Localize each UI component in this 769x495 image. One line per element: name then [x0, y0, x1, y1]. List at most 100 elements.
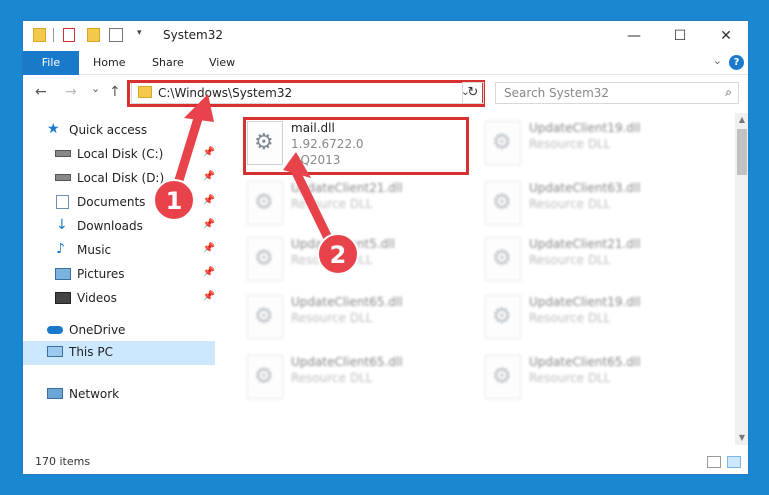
dll-file-icon: [247, 237, 283, 281]
title-bar: ▾ System32 — ☐ ✕: [23, 21, 748, 51]
file-type: Resource DLL: [529, 253, 611, 267]
vertical-scrollbar[interactable]: ▲ ▼: [735, 113, 748, 445]
file-name: UpdateClient21.dll: [291, 181, 403, 195]
window-title: System32: [163, 28, 224, 42]
search-icon: ⌕: [725, 85, 732, 99]
maximize-button[interactable]: ☐: [657, 21, 703, 51]
file-type: Resource DLL: [291, 197, 373, 211]
sidebar-item-videos[interactable]: Videos 📌: [23, 287, 215, 311]
dll-file-icon: [485, 355, 521, 399]
file-name: UpdateClient19.dll: [529, 295, 641, 309]
pictures-icon: [55, 268, 71, 280]
details-view-icon[interactable]: [707, 456, 721, 468]
customize-toolbar-icon[interactable]: [109, 28, 123, 42]
dll-file-icon: [247, 355, 283, 399]
sidebar-item-label: Videos: [77, 291, 117, 305]
pin-icon[interactable]: 📌: [203, 147, 215, 158]
scroll-down-icon[interactable]: ▼: [735, 431, 748, 445]
tab-share[interactable]: Share: [138, 51, 198, 75]
close-button[interactable]: ✕: [703, 21, 748, 51]
file-item[interactable]: UpdateClient21.dll Resource DLL: [223, 177, 449, 237]
sidebar-item-label: This PC: [69, 345, 113, 359]
file-item[interactable]: UpdateClient65.dll Resource DLL: [223, 351, 449, 411]
up-arrow-icon[interactable]: ↑: [109, 84, 121, 100]
sidebar-item-documents[interactable]: Documents 📌: [23, 191, 215, 215]
file-highlight-box: [243, 117, 469, 175]
file-type: Resource DLL: [529, 311, 611, 325]
file-item[interactable]: UpdateClient65.dll Resource DLL: [461, 351, 687, 411]
file-item[interactable]: UpdateClient5.dll Resource DLL: [223, 233, 449, 293]
folder-icon: [33, 28, 46, 42]
drive-icon: [55, 174, 71, 181]
refresh-button[interactable]: ↻: [462, 82, 484, 104]
file-name: UpdateClient65.dll: [291, 355, 403, 369]
file-item[interactable]: UpdateClient19.dll Resource DLL: [461, 117, 687, 177]
file-name: UpdateClient5.dll: [291, 237, 395, 251]
file-type: Resource DLL: [529, 137, 611, 151]
sidebar-item-label: Music: [77, 243, 112, 257]
sidebar-item-onedrive[interactable]: OneDrive: [23, 319, 215, 343]
navigation-bar: ← → ⌄ ↑ C:\Windows\System32 ⌄ ↻ Search S…: [23, 76, 748, 110]
sidebar-item-music[interactable]: ♪ Music 📌: [23, 239, 215, 263]
cloud-icon: [47, 326, 63, 334]
sidebar-item-label: Documents: [77, 195, 146, 209]
tab-view[interactable]: View: [195, 51, 249, 75]
sidebar-item-local-disk-d[interactable]: Local Disk (D:) 📌: [23, 167, 215, 191]
network-icon: [47, 388, 63, 399]
ribbon-tabs: File Home Share View ⌄ ?: [23, 51, 748, 75]
forward-arrow-icon[interactable]: →: [65, 84, 77, 100]
music-icon: ♪: [56, 241, 65, 257]
minimize-button[interactable]: —: [611, 21, 657, 51]
file-name: UpdateClient65.dll: [529, 355, 641, 369]
file-name: UpdateClient65.dll: [291, 295, 403, 309]
item-count: 170 items: [35, 455, 91, 468]
separator: [53, 28, 54, 42]
file-type: Resource DLL: [529, 371, 611, 385]
sidebar-item-local-disk-c[interactable]: Local Disk (C:) 📌: [23, 143, 215, 167]
help-icon[interactable]: ?: [729, 55, 744, 70]
downloads-icon: ↓: [56, 217, 68, 233]
address-highlight-box: [127, 80, 485, 107]
expand-ribbon-icon[interactable]: ⌄: [713, 54, 722, 67]
tab-home[interactable]: Home: [79, 51, 139, 75]
file-item[interactable]: UpdateClient21.dll Resource DLL: [461, 233, 687, 293]
file-item[interactable]: UpdateClient65.dll Resource DLL: [223, 291, 449, 351]
sidebar-item-downloads[interactable]: ↓ Downloads 📌: [23, 215, 215, 239]
large-icons-view-icon[interactable]: [727, 456, 741, 468]
pin-icon[interactable]: 📌: [203, 291, 215, 302]
tab-file[interactable]: File: [23, 51, 79, 75]
file-name: UpdateClient21.dll: [529, 237, 641, 251]
pin-icon[interactable]: 📌: [203, 171, 215, 182]
sidebar-item-quick-access[interactable]: ★ Quick access: [23, 119, 215, 143]
sidebar-item-network[interactable]: Network: [23, 383, 215, 407]
properties-icon[interactable]: [63, 28, 75, 42]
dll-file-icon: [485, 295, 521, 339]
file-item[interactable]: UpdateClient63.dll Resource DLL: [461, 177, 687, 237]
search-box[interactable]: Search System32 ⌕: [495, 82, 739, 104]
recent-locations-icon[interactable]: ⌄: [91, 82, 100, 95]
pin-icon[interactable]: 📌: [203, 267, 215, 278]
star-icon: ★: [47, 121, 60, 137]
back-arrow-icon[interactable]: ←: [35, 84, 47, 100]
dll-file-icon: [485, 181, 521, 225]
drive-icon: [55, 150, 71, 157]
computer-icon: [47, 346, 63, 357]
pin-icon[interactable]: 📌: [203, 219, 215, 230]
dll-file-icon: [247, 295, 283, 339]
search-placeholder: Search System32: [504, 86, 610, 100]
dll-file-icon: [485, 237, 521, 281]
sidebar-item-pictures[interactable]: Pictures 📌: [23, 263, 215, 287]
file-item[interactable]: UpdateClient19.dll Resource DLL: [461, 291, 687, 351]
file-list: mail.dll 1.92.6722.0 QQ2013 UpdateClient…: [223, 113, 735, 443]
dll-file-icon: [247, 181, 283, 225]
pin-icon[interactable]: 📌: [203, 195, 215, 206]
scroll-thumb[interactable]: [737, 129, 747, 175]
sidebar-item-this-pc[interactable]: This PC: [23, 341, 215, 365]
pin-icon[interactable]: 📌: [203, 243, 215, 254]
sidebar-item-label: Local Disk (C:): [77, 147, 164, 161]
file-type: Resource DLL: [291, 311, 373, 325]
file-type: Resource DLL: [291, 371, 373, 385]
scroll-up-icon[interactable]: ▲: [735, 113, 748, 127]
new-folder-icon[interactable]: [87, 28, 100, 42]
toolbar-dropdown-icon[interactable]: ▾: [137, 28, 145, 42]
